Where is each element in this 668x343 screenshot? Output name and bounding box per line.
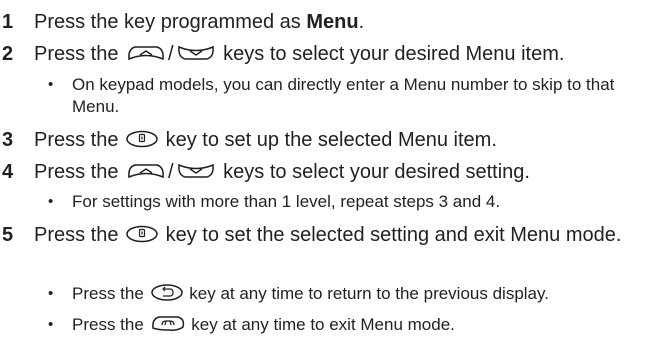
step-text: Press the key to set the selected settin… <box>34 224 622 246</box>
note-text: On keypad models, you can directly enter… <box>72 75 615 116</box>
end-key-icon <box>150 314 186 333</box>
navigator-up-key-icon <box>125 43 167 63</box>
bullet: • <box>48 76 54 93</box>
step-number: 3 <box>2 129 14 151</box>
enter-key-icon <box>125 224 159 244</box>
bullet: • <box>48 193 54 210</box>
step-number: 5 <box>2 224 14 246</box>
step-text: Press the key programmed as Menu. <box>34 11 365 33</box>
step-text: Press the key to set up the selected Men… <box>34 129 497 151</box>
menu-key-name: Menu <box>306 11 359 33</box>
note-text: Press the key at any time to exit Menu m… <box>72 314 455 334</box>
cancel-back-key-icon <box>150 283 184 302</box>
note-text: For settings with more than 1 level, rep… <box>72 192 501 211</box>
bullet: • <box>48 285 54 302</box>
note-text: Press the key at any time to return to t… <box>72 283 549 303</box>
navigator-down-key-icon <box>175 161 217 181</box>
step-number: 2 <box>2 43 14 65</box>
step-number: 4 <box>2 161 14 183</box>
step-number: 1 <box>2 11 14 33</box>
menu-instructions: 1 Press the key programmed as Menu. 2 Pr… <box>0 0 668 343</box>
step-text: Press the / keys to select your desired … <box>34 43 565 65</box>
bullet: • <box>48 316 54 333</box>
navigator-down-key-icon <box>175 43 217 63</box>
step-text: Press the / keys to select your desired … <box>34 161 530 183</box>
navigator-up-key-icon <box>125 161 167 181</box>
enter-key-icon <box>125 129 159 149</box>
